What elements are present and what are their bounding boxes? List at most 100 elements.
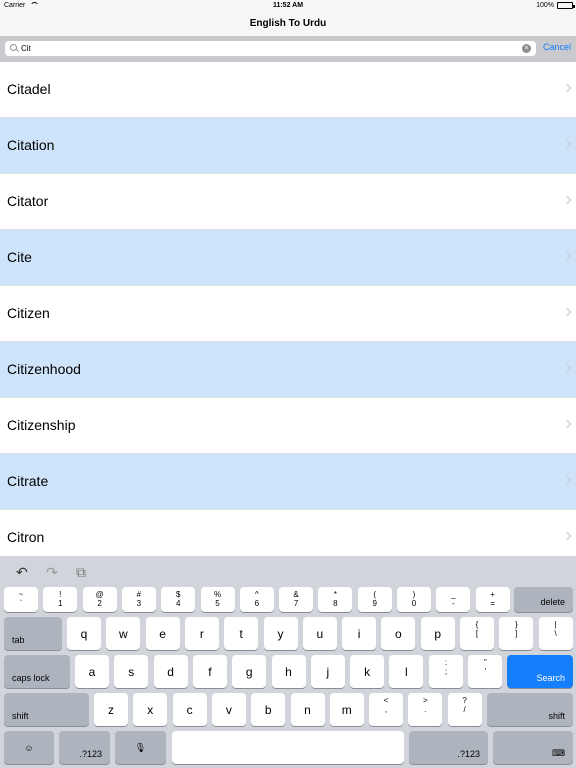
key-bracket-0-label: { bbox=[475, 620, 479, 629]
key-a[interactable]: a bbox=[75, 655, 109, 688]
key-10[interactable]: ) 0 bbox=[397, 587, 431, 612]
list-item-label: Citizenship bbox=[7, 417, 76, 433]
key-3-label: 3 bbox=[136, 599, 142, 608]
key-y[interactable]: y bbox=[263, 617, 298, 650]
page-title: English To Urdu bbox=[249, 18, 327, 29]
shift-right-key[interactable]: shift bbox=[487, 693, 573, 726]
delete-key[interactable]: delete bbox=[514, 587, 573, 612]
tab-key-label: tab bbox=[12, 635, 25, 645]
key-w-label: w bbox=[118, 626, 128, 641]
clear-icon[interactable]: × bbox=[522, 44, 531, 53]
mic-key[interactable]: 🎙 bbox=[115, 731, 166, 764]
key-bracket-1[interactable]: }] bbox=[499, 617, 534, 650]
chevron-right-icon bbox=[562, 307, 572, 317]
numbers-key-left[interactable]: .?123 bbox=[59, 731, 110, 764]
key-j[interactable]: j bbox=[310, 655, 345, 688]
key-g[interactable]: g bbox=[232, 655, 267, 688]
key-sym-0[interactable]: <, bbox=[369, 693, 403, 726]
key-11[interactable]: _ - bbox=[436, 587, 471, 612]
key-punct-1[interactable]: " ' bbox=[468, 655, 503, 688]
status-time: 11:52 AM bbox=[272, 2, 304, 9]
key-7[interactable]: & 7 bbox=[279, 587, 314, 612]
key-bracket-2-label: | bbox=[554, 620, 557, 629]
delete-key-label: delete bbox=[540, 597, 565, 607]
key-p[interactable]: p bbox=[420, 617, 455, 650]
key-2-label: 2 bbox=[97, 599, 102, 608]
hide-keyboard-key-label: ⌨ bbox=[552, 748, 565, 758]
key-b[interactable]: b bbox=[251, 693, 286, 726]
key-n[interactable]: n bbox=[290, 693, 325, 726]
key-sym-0-label: < bbox=[383, 696, 389, 705]
list-item[interactable]: Citizenship bbox=[0, 398, 576, 454]
mic-key-label: 🎙 bbox=[134, 742, 147, 752]
key-e[interactable]: e bbox=[145, 617, 180, 650]
key-8-label: 8 bbox=[333, 599, 338, 608]
key-2[interactable]: @2 bbox=[82, 587, 117, 612]
list-item[interactable]: Citizen bbox=[0, 286, 576, 342]
key-h[interactable]: h bbox=[271, 655, 306, 688]
key-l[interactable]: l bbox=[389, 655, 424, 688]
space-key[interactable] bbox=[172, 731, 404, 764]
list-item[interactable]: Citator bbox=[0, 174, 576, 230]
key-o[interactable]: o bbox=[381, 617, 416, 650]
key-4[interactable]: $4 bbox=[161, 587, 196, 612]
key-punct-0[interactable]: :; bbox=[429, 655, 463, 688]
key-d[interactable]: d bbox=[153, 655, 188, 688]
list-item-label: Citizenhood bbox=[7, 361, 81, 377]
cancel-button[interactable]: Cancel bbox=[543, 42, 571, 52]
paste-icon[interactable]: ⧉ bbox=[76, 564, 86, 581]
key-6[interactable]: ^ 6 bbox=[239, 587, 274, 612]
key-z-label: z bbox=[108, 702, 114, 717]
key-c[interactable]: c bbox=[172, 693, 207, 726]
key-5[interactable]: % 5 bbox=[200, 587, 235, 612]
key-w[interactable]: w bbox=[106, 617, 141, 650]
key-m-label: m bbox=[341, 702, 352, 717]
key-1[interactable]: ! 1 bbox=[43, 587, 78, 612]
key-5-label: 5 bbox=[215, 599, 220, 608]
key-9[interactable]: (9 bbox=[357, 587, 392, 612]
key-8[interactable]: * 8 bbox=[318, 587, 353, 612]
emoji-key[interactable]: ☺ bbox=[4, 731, 54, 764]
key-s[interactable]: s bbox=[114, 655, 149, 688]
key-r[interactable]: r bbox=[184, 617, 219, 650]
caps-lock-key[interactable]: caps lock bbox=[4, 655, 70, 688]
key-q[interactable]: q bbox=[67, 617, 101, 650]
list-item[interactable]: Citadel bbox=[0, 62, 576, 118]
key-sym-2[interactable]: ? / bbox=[447, 693, 482, 726]
search-field[interactable]: × bbox=[5, 41, 536, 56]
key-k[interactable]: k bbox=[350, 655, 385, 688]
list-item[interactable]: Citrate bbox=[0, 454, 576, 510]
chevron-right-icon bbox=[562, 475, 572, 485]
key-s-label: s bbox=[128, 664, 135, 679]
numbers-key-right[interactable]: .?123 bbox=[409, 731, 488, 764]
hide-keyboard-key[interactable]: ⌨ bbox=[493, 731, 573, 764]
redo-icon[interactable]: ↷ bbox=[46, 564, 58, 581]
key-z[interactable]: z bbox=[94, 693, 128, 726]
key-i[interactable]: i bbox=[342, 617, 377, 650]
list-item-label: Citator bbox=[7, 193, 49, 209]
key-0[interactable]: ~ ` bbox=[4, 587, 38, 612]
key-12[interactable]: + = bbox=[475, 587, 510, 612]
key-bracket-2[interactable]: | \ bbox=[538, 617, 573, 650]
list-item[interactable]: Citation bbox=[0, 118, 576, 174]
list-item[interactable]: Citizenhood bbox=[0, 342, 576, 398]
search-key[interactable]: Search bbox=[507, 655, 573, 688]
key-f[interactable]: f bbox=[192, 655, 227, 688]
undo-icon[interactable]: ↶ bbox=[16, 564, 28, 581]
key-t[interactable]: t bbox=[224, 617, 259, 650]
key-v-label: v bbox=[225, 702, 232, 717]
key-m[interactable]: m bbox=[329, 693, 364, 726]
key-sym-1[interactable]: >. bbox=[408, 693, 443, 726]
key-a-label: a bbox=[88, 664, 96, 679]
key-x[interactable]: x bbox=[133, 693, 168, 726]
key-3[interactable]: #3 bbox=[121, 587, 156, 612]
key-u[interactable]: u bbox=[302, 617, 337, 650]
key-bracket-0[interactable]: {[ bbox=[460, 617, 494, 650]
key-sym-0-label: , bbox=[384, 705, 388, 714]
tab-key[interactable]: tab bbox=[4, 617, 62, 650]
list-item[interactable]: Cite bbox=[0, 230, 576, 286]
search-input[interactable] bbox=[21, 42, 511, 55]
key-punct-1-label: " bbox=[483, 658, 487, 667]
shift-left-key[interactable]: shift bbox=[4, 693, 89, 726]
key-v[interactable]: v bbox=[211, 693, 246, 726]
